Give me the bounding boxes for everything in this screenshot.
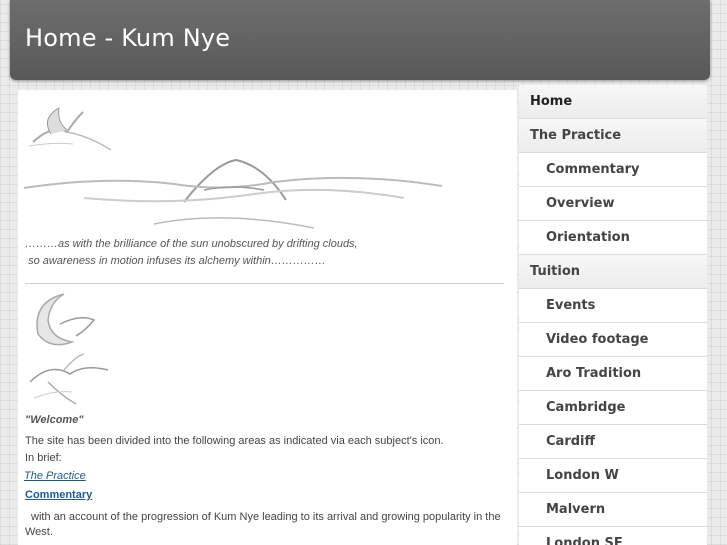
main-content: ………as with the brilliance of the sun uno…: [18, 90, 517, 545]
nav-item-cambridge[interactable]: Cambridge: [519, 391, 707, 425]
nav-item-cardiff[interactable]: Cardiff: [519, 425, 707, 459]
site-header: Home - Kum Nye: [10, 0, 710, 80]
in-brief-label: In brief:: [25, 452, 62, 464]
sidebar-nav: Home The Practice Commentary Overview Or…: [519, 85, 707, 545]
nav-item-home[interactable]: Home: [519, 85, 707, 119]
intro-text: The site has been divided into the follo…: [25, 435, 444, 447]
nav-item-malvern[interactable]: Malvern: [519, 493, 707, 527]
nav-item-london-se[interactable]: London SE: [519, 527, 707, 545]
nav-item-the-practice[interactable]: The Practice: [519, 119, 707, 153]
commentary-description: with an account of the progression of Ku…: [25, 511, 501, 538]
the-practice-link[interactable]: The Practice: [24, 470, 86, 482]
nav-item-aro-tradition[interactable]: Aro Tradition: [519, 357, 707, 391]
nav-item-events[interactable]: Events: [519, 289, 707, 323]
moon-crane-sketch-icon: [36, 293, 96, 346]
welcome-heading: "Welcome": [25, 414, 84, 426]
page-title: Home - Kum Nye: [25, 24, 231, 52]
commentary-link[interactable]: Commentary: [25, 489, 92, 501]
caption-line-2: so awareness in motion infuses its alche…: [28, 255, 326, 267]
two-cranes-sketch-icon: [29, 353, 109, 405]
caption-line-1: ………as with the brilliance of the sun uno…: [25, 238, 358, 250]
divider: [25, 283, 504, 284]
nav-item-overview[interactable]: Overview: [519, 187, 707, 221]
nav-item-video-footage[interactable]: Video footage: [519, 323, 707, 357]
sun-clouds-sketch-icon: [24, 158, 443, 229]
nav-item-london-w[interactable]: London W: [519, 459, 707, 493]
poem-caption: ………as with the brilliance of the sun uno…: [25, 236, 358, 270]
nav-item-commentary[interactable]: Commentary: [519, 153, 707, 187]
nav-item-tuition[interactable]: Tuition: [519, 255, 707, 289]
nav-item-orientation[interactable]: Orientation: [519, 221, 707, 255]
crane-sketch-icon: [28, 107, 112, 151]
